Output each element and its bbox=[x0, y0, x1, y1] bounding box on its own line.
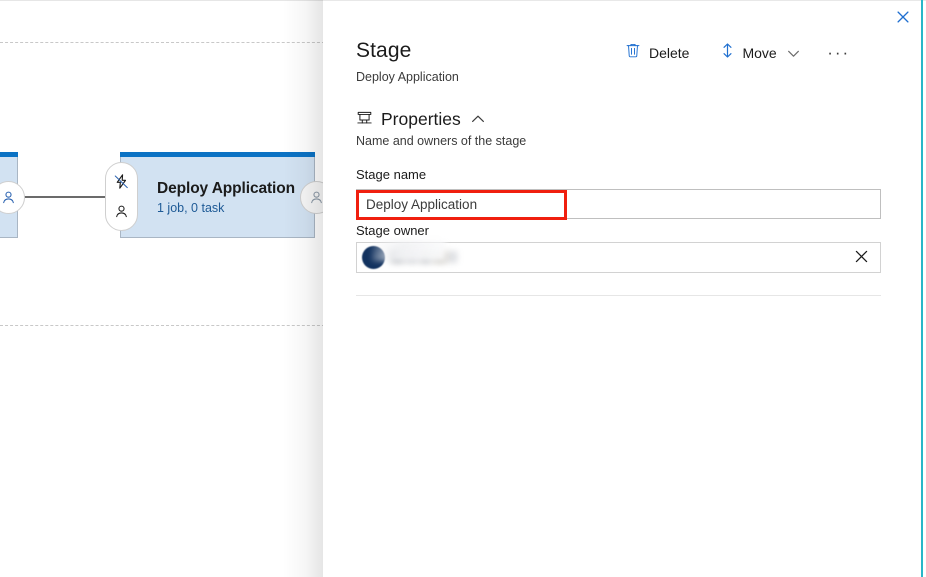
panel-header: Stage Deploy Application bbox=[356, 38, 459, 86]
ellipsis-icon: ··· bbox=[827, 43, 851, 62]
stage-owner-name-redacted bbox=[391, 250, 457, 265]
close-icon bbox=[854, 249, 869, 267]
stage-owner-field[interactable] bbox=[356, 241, 881, 273]
close-panel-button[interactable] bbox=[884, 1, 922, 35]
server-stage-icon bbox=[356, 109, 373, 131]
stage-card-accent-bar bbox=[120, 152, 315, 157]
stage-connector-line bbox=[24, 196, 106, 198]
avatar bbox=[362, 246, 385, 269]
swimlane-divider-top bbox=[0, 42, 330, 43]
section-separator bbox=[356, 295, 881, 296]
stage-card-subtitle: 1 job, 0 task bbox=[157, 201, 225, 215]
right-edge-accent bbox=[921, 0, 923, 577]
canvas-top-border bbox=[0, 0, 330, 1]
trash-icon bbox=[625, 42, 641, 64]
panel-subtitle: Deploy Application bbox=[356, 70, 459, 84]
page-title: Stage bbox=[356, 39, 412, 62]
stage-details-panel: Stage Deploy Application Delete Move ···… bbox=[323, 0, 926, 577]
stage-node-previous-approval[interactable] bbox=[0, 181, 25, 214]
stage-node-icons-pill[interactable] bbox=[105, 162, 138, 231]
properties-section-title: Properties bbox=[381, 109, 461, 129]
clear-stage-owner-button[interactable] bbox=[848, 245, 874, 271]
panel-drop-shadow bbox=[283, 0, 323, 577]
more-options-button[interactable]: ··· bbox=[824, 40, 854, 66]
panel-top-border bbox=[323, 0, 926, 1]
chevron-down-icon bbox=[787, 43, 800, 63]
move-button-label: Move bbox=[742, 45, 777, 61]
lightning-bolt-icon[interactable] bbox=[113, 173, 130, 190]
person-icon bbox=[0, 189, 17, 206]
stage-name-input[interactable] bbox=[356, 189, 881, 219]
stage-owner-label: Stage owner bbox=[356, 223, 429, 238]
delete-button[interactable]: Delete bbox=[617, 39, 697, 67]
stage-card-title: Deploy Application bbox=[157, 180, 295, 197]
properties-section-description: Name and owners of the stage bbox=[356, 134, 527, 148]
properties-section-header[interactable]: Properties bbox=[356, 108, 485, 131]
close-icon bbox=[896, 10, 910, 27]
swimlane-divider-bottom bbox=[0, 325, 330, 326]
panel-command-bar: Delete Move ··· bbox=[617, 40, 854, 66]
move-updown-icon bbox=[721, 42, 734, 64]
person-icon[interactable] bbox=[113, 203, 130, 220]
avatar-initials bbox=[362, 246, 385, 269]
pipeline-canvas[interactable]: Deploy Application 1 job, 0 task bbox=[0, 0, 330, 577]
move-button[interactable]: Move bbox=[713, 39, 807, 67]
stage-card-deploy-application[interactable]: Deploy Application 1 job, 0 task bbox=[120, 152, 315, 238]
stage-owner-persona[interactable] bbox=[362, 241, 848, 269]
chevron-up-icon[interactable] bbox=[471, 111, 485, 129]
stage-card-accent-bar bbox=[0, 152, 18, 157]
stage-name-label: Stage name bbox=[356, 167, 427, 182]
delete-button-label: Delete bbox=[649, 45, 690, 61]
